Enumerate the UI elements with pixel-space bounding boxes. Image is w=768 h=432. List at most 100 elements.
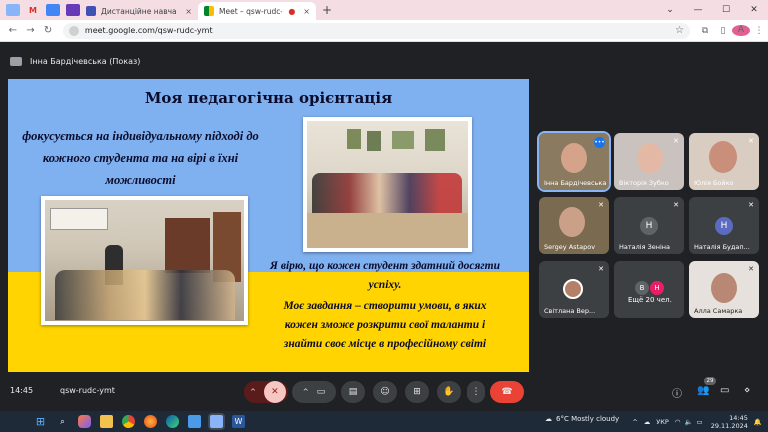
url-input[interactable]: meet.google.com/qsw-rudc-ymt ☆ (62, 22, 691, 39)
chat-icon[interactable]: ▭ (720, 385, 729, 396)
windows-taskbar: ⊞ ⌕ W ☁ 6°C Mostly cloudy ^ ☁ УКР ◠ 🔈 ▭ … (0, 411, 768, 432)
back-icon[interactable]: ← (4, 25, 22, 36)
gmail-icon[interactable]: M (26, 4, 40, 16)
search-icon[interactable]: ⌕ (56, 415, 69, 428)
tab-label: Meet – qsw-rudc-ymt (219, 6, 283, 16)
tab-meet[interactable]: Meet – qsw-rudc-ymt ● × (198, 2, 316, 20)
mic-off-icon: ✕ (748, 201, 754, 209)
firefox-icon[interactable] (144, 415, 157, 428)
bookmark-star-icon[interactable]: ☆ (675, 25, 684, 36)
participant-tile-5[interactable]: Н ✕ Наталія Зеніна (614, 197, 684, 254)
chevron-up-icon: ^ (250, 388, 256, 396)
participant-tile-3[interactable]: ✕ Юлія Бойко (689, 133, 759, 190)
present-button[interactable]: ⊞ (405, 381, 429, 403)
cloud-icon: ☁ (545, 415, 552, 423)
clock-time: 14:45 (729, 413, 748, 422)
minimize-icon[interactable]: — (684, 5, 712, 15)
chrome-active-icon[interactable] (208, 413, 225, 430)
participant-avatar: Н (640, 217, 658, 235)
slide-right-text-2: Моє завдання – створити умови, в яких ко… (283, 300, 487, 350)
captions-button[interactable]: ▤ (341, 381, 365, 403)
hand-icon: ✋ (443, 387, 455, 397)
word-icon[interactable]: W (232, 415, 245, 428)
mic-off-icon: ✕ (748, 265, 754, 273)
raise-hand-button[interactable]: ✋ (437, 381, 461, 403)
tab-distance-learning[interactable]: Дистанційне навчання в ВСП × (80, 2, 198, 20)
windows-start-icon[interactable]: ⊞ (34, 415, 47, 428)
kebab-icon: ⋮ (471, 387, 481, 397)
participant-tile-2[interactable]: ✕ Вікторія Зубко (614, 133, 684, 190)
meeting-code: qsw-rudc-ymt (60, 386, 115, 395)
onedrive-icon[interactable]: ☁ (644, 418, 651, 426)
slide-left-text: фокусується на індивідуальному підході д… (22, 129, 259, 187)
tab-favicon-4[interactable] (66, 4, 80, 16)
emoji-button[interactable]: ☺ (373, 381, 397, 403)
participant-avatar: Н (650, 281, 664, 295)
slide-title: Моя педагогічна орієнтація (144, 89, 393, 107)
reload-icon[interactable]: ↻ (39, 25, 57, 36)
menu-kebab-icon[interactable]: ⋮ (750, 26, 768, 36)
clock[interactable]: 14:45 29.11.2024 (711, 414, 748, 430)
close-icon[interactable]: × (295, 7, 310, 16)
tab-search-icon[interactable]: ⌄ (656, 5, 684, 15)
chrome-icon[interactable] (122, 415, 135, 428)
camera-icon: ▭ (316, 387, 326, 397)
close-icon[interactable]: × (177, 7, 192, 16)
copilot-icon[interactable] (78, 415, 91, 428)
leave-call-button[interactable]: ☎ (490, 381, 524, 403)
file-explorer-icon[interactable] (100, 415, 113, 428)
new-tab-button[interactable]: + (322, 3, 332, 17)
tab-favicon-1[interactable] (6, 4, 20, 16)
extensions-icon[interactable]: ⧉ (696, 26, 714, 36)
site-info-icon[interactable] (68, 25, 79, 36)
meeting-time: 14:45 (10, 386, 34, 395)
profile-avatar[interactable]: A (732, 25, 751, 36)
participant-tile-1[interactable]: ••• Інна Бардічевська (537, 131, 611, 192)
forward-icon[interactable]: → (22, 25, 40, 36)
participant-name: Sergey Astapov (544, 243, 596, 251)
meet-control-bar: 14:45 qsw-rudc-ymt ^ ✕ ^ ▭ ▤ ☺ ⊞ ✋ ⋮ ☎ ⓘ… (0, 376, 768, 408)
more-options-button[interactable]: ⋮ (467, 381, 485, 403)
mic-options-button[interactable]: ^ ✕ (244, 381, 288, 403)
maximize-icon[interactable]: ☐ (712, 5, 740, 15)
address-toolbar: ← → ↻ meet.google.com/qsw-rudc-ymt ☆ ⧉ ▯… (0, 20, 768, 42)
lang-indicator[interactable]: УКР (656, 418, 669, 426)
meeting-info-icon[interactable]: ⓘ (672, 385, 682, 400)
clock-date: 29.11.2024 (710, 421, 748, 430)
tab-label: Дистанційне навчання в ВСП (101, 6, 177, 16)
participant-avatar: В (635, 281, 649, 295)
sidepanel-icon[interactable]: ▯ (714, 26, 732, 36)
mic-off-icon: ✕ (673, 201, 679, 209)
window-close-icon[interactable]: ✕ (740, 5, 768, 15)
notifications-icon[interactable]: 🔔 (754, 418, 762, 426)
window-controls: ⌄ — ☐ ✕ (656, 0, 768, 20)
more-participants-tile[interactable]: В Н Ещё 20 чел. (614, 261, 684, 318)
participant-name: Алла Самарка (694, 307, 743, 315)
speaking-indicator-icon: ••• (594, 137, 605, 148)
participant-name: Світлана Вер... (544, 307, 596, 315)
participant-tile-4[interactable]: ✕ Sergey Astapov (539, 197, 609, 254)
slide-right-text: Я вірю, що кожен студент здатний досягти… (270, 257, 500, 354)
tab-favicon-3[interactable] (46, 4, 60, 16)
participant-name: Юлія Бойко (694, 179, 734, 187)
people-icon[interactable]: 👥 (697, 385, 709, 396)
mic-off-icon: ✕ (598, 201, 604, 209)
volume-icon[interactable]: 🔈 (684, 418, 692, 426)
store-icon[interactable] (188, 415, 201, 428)
recording-dot-icon: ● (288, 6, 296, 16)
participant-tile-7[interactable]: ✕ Світлана Вер... (539, 261, 609, 318)
system-tray: ^ ☁ УКР ◠ 🔈 ▭ 14:45 29.11.2024 🔔 (632, 411, 762, 432)
presenter-label: Інна Бардічевська (Показ) (30, 56, 141, 66)
mic-off-icon: ✕ (673, 137, 679, 145)
participant-name: Інна Бардічевська (544, 179, 606, 187)
chevron-up-icon[interactable]: ^ (632, 418, 637, 426)
participant-tile-6[interactable]: Н ✕ Наталія Будап... (689, 197, 759, 254)
edge-icon[interactable] (166, 415, 179, 428)
activities-icon[interactable]: ⋄ (744, 385, 750, 396)
wifi-icon[interactable]: ◠ (675, 418, 681, 426)
weather-widget[interactable]: ☁ 6°C Mostly cloudy (545, 415, 619, 423)
battery-icon[interactable]: ▭ (697, 418, 703, 426)
participant-tile-9[interactable]: ✕ Алла Самарка (689, 261, 759, 318)
camera-options-button[interactable]: ^ ▭ (292, 381, 336, 403)
participant-video (561, 143, 587, 173)
